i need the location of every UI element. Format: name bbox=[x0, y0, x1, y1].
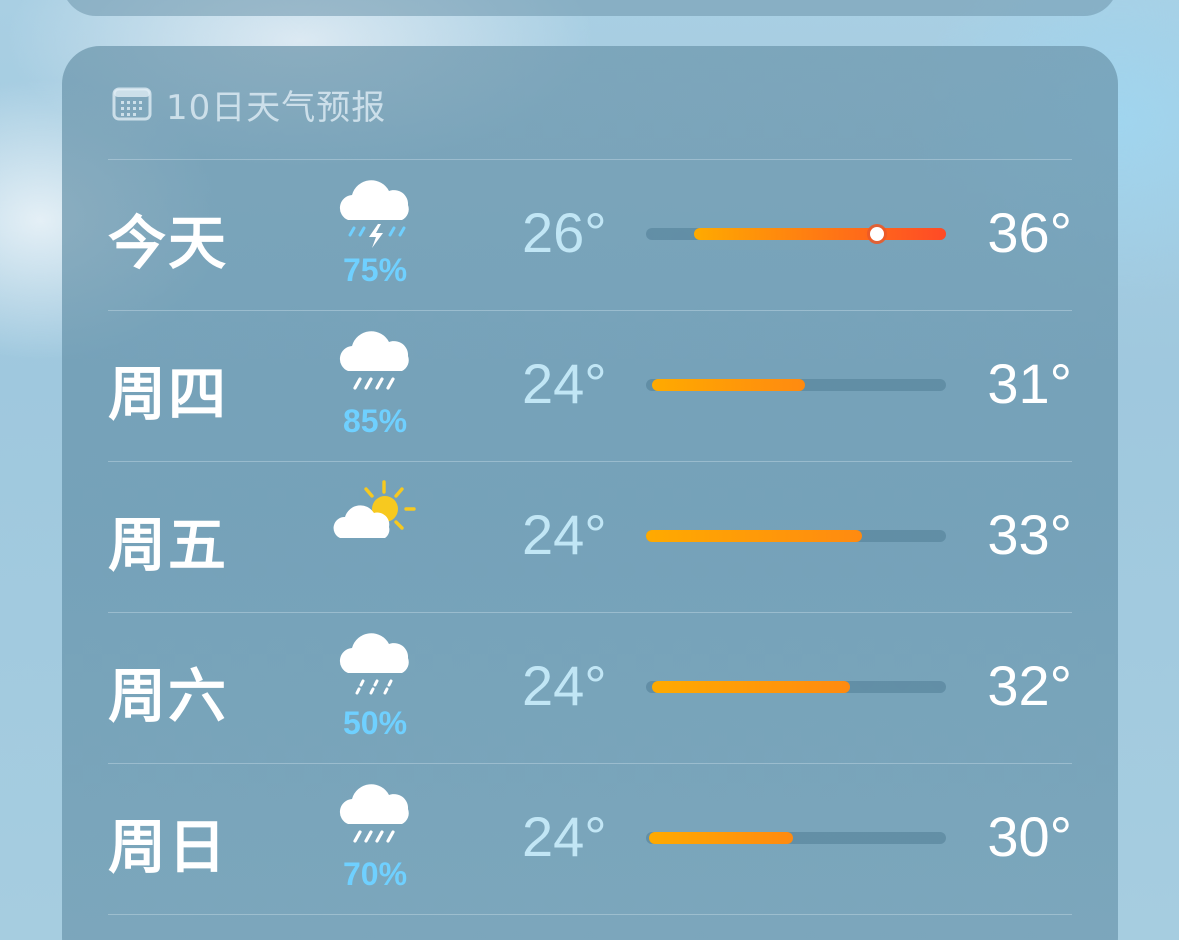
temperature-range-fill bbox=[649, 832, 793, 844]
temperature-range-bar bbox=[646, 832, 946, 844]
high-temperature: 30° bbox=[987, 805, 1072, 868]
precipitation-chance: 50% bbox=[342, 705, 408, 741]
partly-cloudy-icon bbox=[330, 480, 420, 554]
ten-day-forecast-card: 10日天气预报 今天 75% 26° 36° 周四 85% 24° 31° 周五… bbox=[62, 46, 1118, 940]
precipitation-chance: 70% bbox=[342, 856, 408, 892]
temperature-range-fill bbox=[646, 530, 862, 542]
forecast-row-saturday[interactable]: 周六 50% 24° 32° bbox=[108, 613, 1072, 763]
day-label: 周五 bbox=[108, 511, 229, 579]
temperature-range-bar bbox=[646, 379, 946, 391]
day-label: 周四 bbox=[108, 360, 229, 428]
day-label: 周六 bbox=[108, 662, 229, 730]
temperature-range-fill bbox=[652, 379, 805, 391]
temperature-range-bar bbox=[646, 530, 946, 542]
divider bbox=[108, 914, 1072, 915]
card-title: 10日天气预报 bbox=[166, 87, 387, 128]
temperature-range-fill bbox=[694, 228, 946, 240]
forecast-row-today[interactable]: 今天 75% 26° 36° bbox=[108, 160, 1072, 310]
low-temperature: 24° bbox=[522, 352, 607, 415]
low-temperature: 24° bbox=[522, 805, 607, 868]
low-temperature: 24° bbox=[522, 654, 607, 717]
forecast-row-friday[interactable]: 周五 24° 33° bbox=[108, 462, 1072, 612]
rain-icon bbox=[330, 782, 420, 856]
high-temperature: 33° bbox=[987, 503, 1072, 566]
high-temperature: 36° bbox=[987, 201, 1072, 264]
low-temperature: 26° bbox=[522, 201, 607, 264]
day-label: 今天 bbox=[108, 209, 229, 277]
day-label: 周日 bbox=[108, 813, 229, 881]
forecast-row-sunday[interactable]: 周日 70% 24° 30° bbox=[108, 764, 1072, 914]
card-header: 10日天气预报 bbox=[112, 82, 387, 128]
calendar-icon bbox=[112, 87, 152, 121]
thunderstorm-icon bbox=[330, 178, 420, 252]
temperature-range-bar bbox=[646, 227, 946, 241]
light-rain-icon bbox=[330, 631, 420, 705]
temperature-range-fill bbox=[652, 681, 850, 693]
forecast-row-thursday[interactable]: 周四 85% 24° 31° bbox=[108, 311, 1072, 461]
previous-card bbox=[62, 0, 1118, 16]
temperature-range-bar bbox=[646, 681, 946, 693]
high-temperature: 32° bbox=[987, 654, 1072, 717]
precipitation-chance: 75% bbox=[342, 252, 408, 288]
rain-icon bbox=[330, 329, 420, 403]
high-temperature: 31° bbox=[987, 352, 1072, 415]
current-temperature-marker bbox=[870, 227, 884, 241]
low-temperature: 24° bbox=[522, 503, 607, 566]
precipitation-chance: 85% bbox=[342, 403, 408, 439]
